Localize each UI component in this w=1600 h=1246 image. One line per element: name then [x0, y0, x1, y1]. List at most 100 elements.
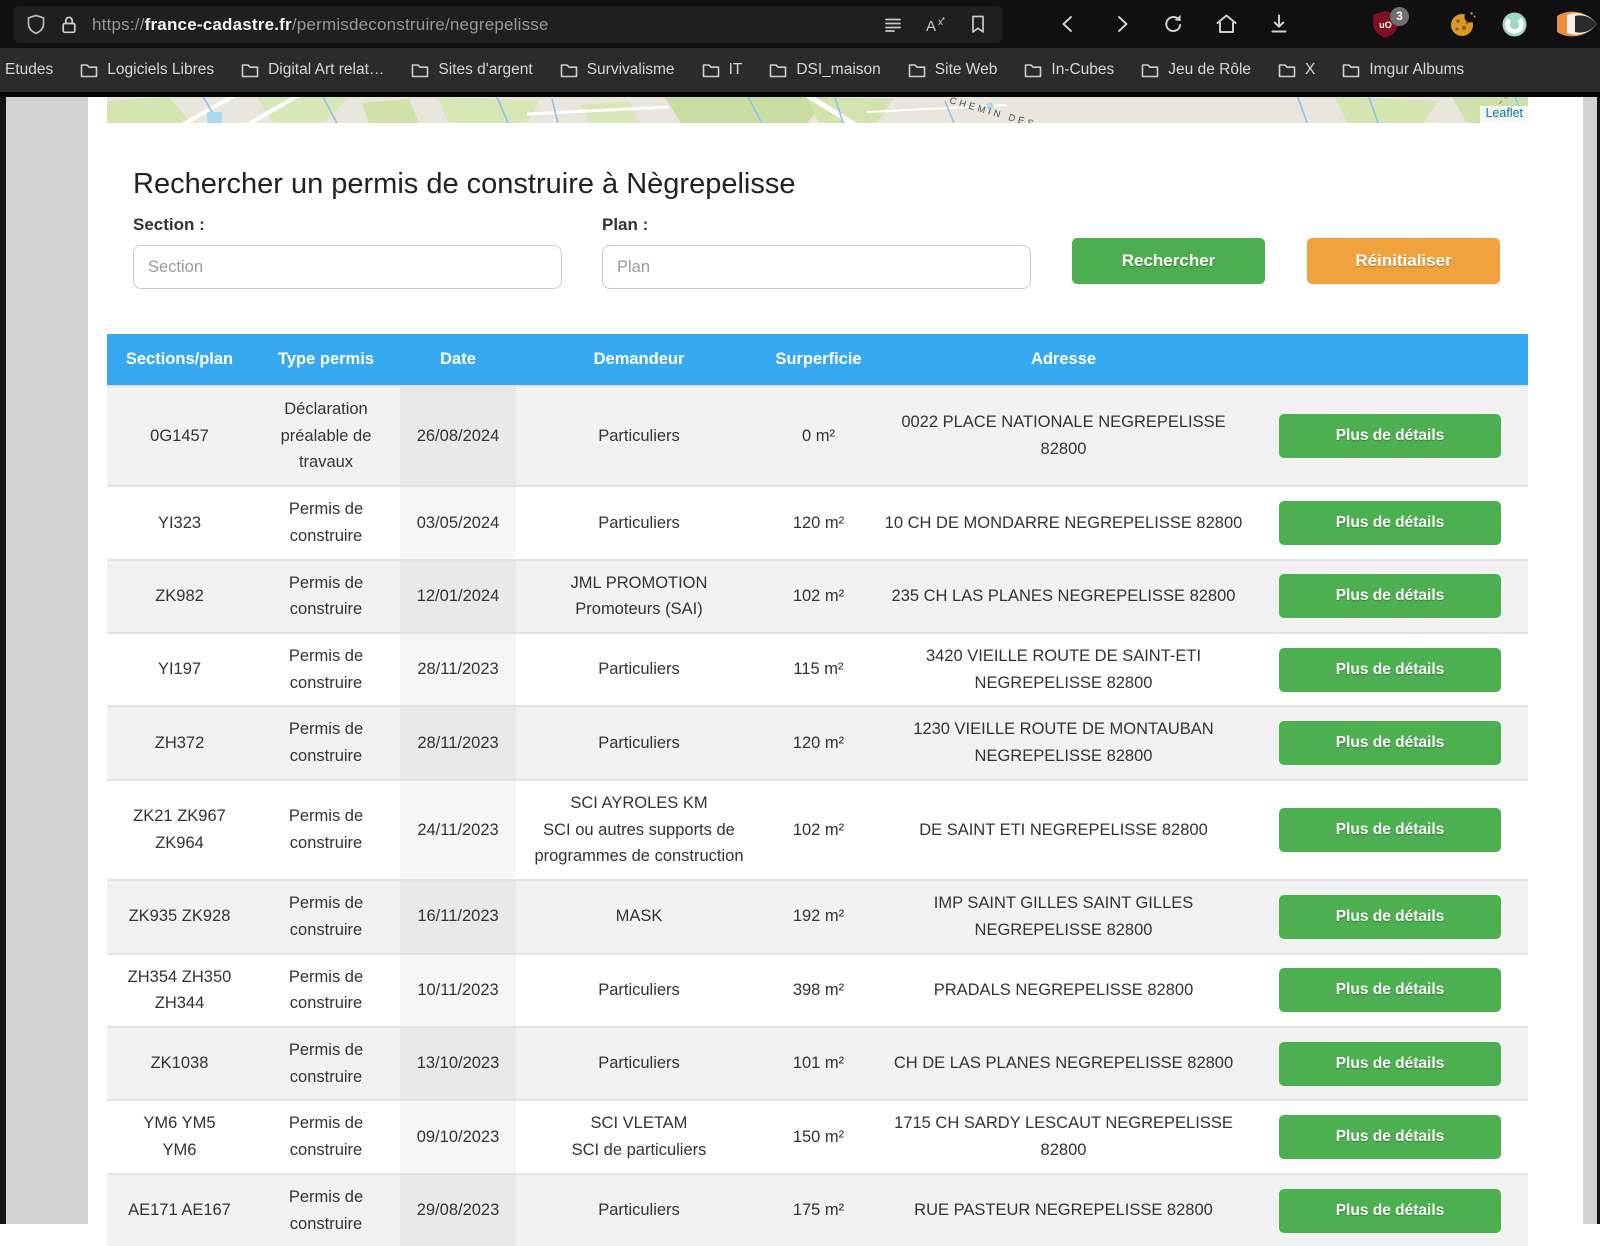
details-cell: Plus de détails: [1252, 1100, 1528, 1173]
forward-icon[interactable]: [1110, 13, 1132, 35]
column-header: Adresse: [875, 334, 1252, 386]
type-permis-cell: Permis de construire: [252, 880, 400, 953]
sections-cell: 0G1457: [107, 386, 252, 486]
details-button[interactable]: Plus de détails: [1279, 1115, 1501, 1159]
folder-icon: [80, 63, 98, 78]
lock-icon[interactable]: [60, 15, 78, 35]
url-prefix: https://: [92, 15, 145, 34]
type-permis-cell: Permis de construire: [252, 706, 400, 779]
table-row: YI323Permis de construire03/05/2024Parti…: [107, 486, 1528, 559]
folder-icon: [1141, 63, 1159, 78]
details-cell: Plus de détails: [1252, 1174, 1528, 1246]
adresse-cell: 235 CH LAS PLANES NEGREPELISSE 82800: [875, 560, 1252, 633]
bookmark-label: Logiciels Libres: [107, 61, 214, 79]
search-button[interactable]: Rechercher: [1072, 238, 1265, 284]
demandeur-cell: Particuliers: [516, 486, 762, 559]
details-button[interactable]: Plus de détails: [1279, 968, 1501, 1012]
ublock-origin-icon[interactable]: uO 3: [1372, 10, 1399, 39]
surface-cell: 175 m²: [762, 1174, 875, 1246]
svg-text:A: A: [926, 18, 936, 34]
demandeur-cell: Particuliers: [516, 1027, 762, 1100]
table-row: ZK935 ZK928Permis de construire16/11/202…: [107, 880, 1528, 953]
date-cell: 10/11/2023: [400, 954, 516, 1027]
folder-icon: [769, 63, 787, 78]
adresse-cell: 10 CH DE MONDARRE NEGREPELISSE 82800: [875, 486, 1252, 559]
bookmark-item[interactable]: Sites d'argent: [411, 61, 532, 79]
url-bar[interactable]: https://france-cadastre.fr/permisdeconst…: [14, 6, 1002, 43]
details-button[interactable]: Plus de détails: [1279, 648, 1501, 692]
left-gutter: [6, 97, 88, 1224]
bookmark-item[interactable]: In-Cubes: [1024, 61, 1114, 79]
column-header: Sections/plan: [107, 334, 252, 386]
page-title: Rechercher un permis de construire à Nèg…: [133, 168, 1528, 201]
bookmark-label: In-Cubes: [1051, 61, 1114, 79]
section-input[interactable]: [133, 245, 562, 289]
table-row: 0G1457Déclaration préalable de travaux26…: [107, 386, 1528, 486]
leaflet-map[interactable]: CHEMIN DES TEMPE Leaflet: [107, 97, 1528, 123]
table-row: YM6 YM5 YM6Permis de construire09/10/202…: [107, 1100, 1528, 1173]
bookmark-item[interactable]: DSI_maison: [769, 61, 880, 79]
type-permis-cell: Permis de construire: [252, 486, 400, 559]
details-button[interactable]: Plus de détails: [1279, 808, 1501, 852]
table-row: ZK982Permis de construire12/01/2024JML P…: [107, 560, 1528, 633]
adresse-cell: PRADALS NEGREPELISSE 82800: [875, 954, 1252, 1027]
details-cell: Plus de détails: [1252, 880, 1528, 953]
folder-icon: [560, 63, 578, 78]
bookmark-item[interactable]: Jeu de Rôle: [1141, 61, 1251, 79]
details-button[interactable]: Plus de détails: [1279, 895, 1501, 939]
download-icon[interactable]: [1268, 13, 1290, 35]
details-button[interactable]: Plus de détails: [1279, 574, 1501, 618]
reset-button[interactable]: Réinitialiser: [1307, 238, 1500, 284]
details-button[interactable]: Plus de détails: [1279, 721, 1501, 765]
bookmark-icon[interactable]: [970, 15, 986, 34]
back-icon[interactable]: [1058, 13, 1080, 35]
details-cell: Plus de détails: [1252, 560, 1528, 633]
reload-icon[interactable]: [1162, 13, 1185, 36]
details-button[interactable]: Plus de détails: [1279, 414, 1501, 458]
bookmark-item[interactable]: Survivalisme: [560, 61, 675, 79]
column-header: Demandeur: [516, 334, 762, 386]
date-cell: 29/08/2023: [400, 1174, 516, 1246]
bookmark-item[interactable]: Site Web: [908, 61, 998, 79]
bookmark-label: IT: [729, 61, 743, 79]
folder-icon: [1278, 63, 1296, 78]
bookmark-item[interactable]: Logiciels Libres: [80, 61, 214, 79]
plan-input[interactable]: [602, 245, 1031, 289]
bookmark-label: Etudes: [5, 61, 53, 79]
bookmark-item[interactable]: IT: [702, 61, 743, 79]
cookie-extension-icon[interactable]: [1449, 11, 1476, 38]
home-icon[interactable]: [1215, 13, 1238, 35]
privacy-badger-icon[interactable]: [1553, 9, 1589, 39]
details-button[interactable]: Plus de détails: [1279, 1189, 1501, 1233]
bookmark-item[interactable]: Imgur Albums: [1342, 61, 1464, 79]
section-label: Section :: [133, 215, 205, 235]
details-button[interactable]: Plus de détails: [1279, 501, 1501, 545]
bookmark-label: Survivalisme: [587, 61, 675, 79]
translate-icon[interactable]: Ax: [926, 16, 946, 34]
demandeur-cell: Particuliers: [516, 1174, 762, 1246]
bookmark-item[interactable]: X: [1278, 61, 1315, 79]
sections-cell: ZH354 ZH350 ZH344: [107, 954, 252, 1027]
shield-permissions-icon[interactable]: [26, 14, 46, 35]
surface-cell: 115 m²: [762, 633, 875, 706]
details-cell: Plus de détails: [1252, 486, 1528, 559]
folder-icon: [702, 63, 720, 78]
details-button[interactable]: Plus de détails: [1279, 1042, 1501, 1086]
bookmark-label: Site Web: [935, 61, 998, 79]
bookmark-item[interactable]: Digital Art relat…: [241, 61, 384, 79]
demandeur-cell: Particuliers: [516, 706, 762, 779]
sections-cell: ZK21 ZK967 ZK964: [107, 780, 252, 880]
plan-label: Plan :: [602, 215, 648, 235]
bookmark-label: Jeu de Rôle: [1168, 61, 1251, 79]
type-permis-cell: Déclaration préalable de travaux: [252, 386, 400, 486]
scrollbar-track[interactable]: [1583, 97, 1597, 1224]
reader-mode-icon[interactable]: [884, 17, 902, 33]
column-header: Surperficie: [762, 334, 875, 386]
bookmark-item[interactable]: Etudes: [5, 61, 53, 79]
consent-ring-extension-icon[interactable]: [1501, 11, 1528, 38]
adresse-cell: 1230 VIEILLE ROUTE DE MONTAUBAN NEGREPEL…: [875, 706, 1252, 779]
folder-icon: [1342, 63, 1360, 78]
leaflet-attribution-link[interactable]: Leaflet: [1480, 106, 1528, 123]
column-header: Type permis: [252, 334, 400, 386]
demandeur-cell: Particuliers: [516, 386, 762, 486]
